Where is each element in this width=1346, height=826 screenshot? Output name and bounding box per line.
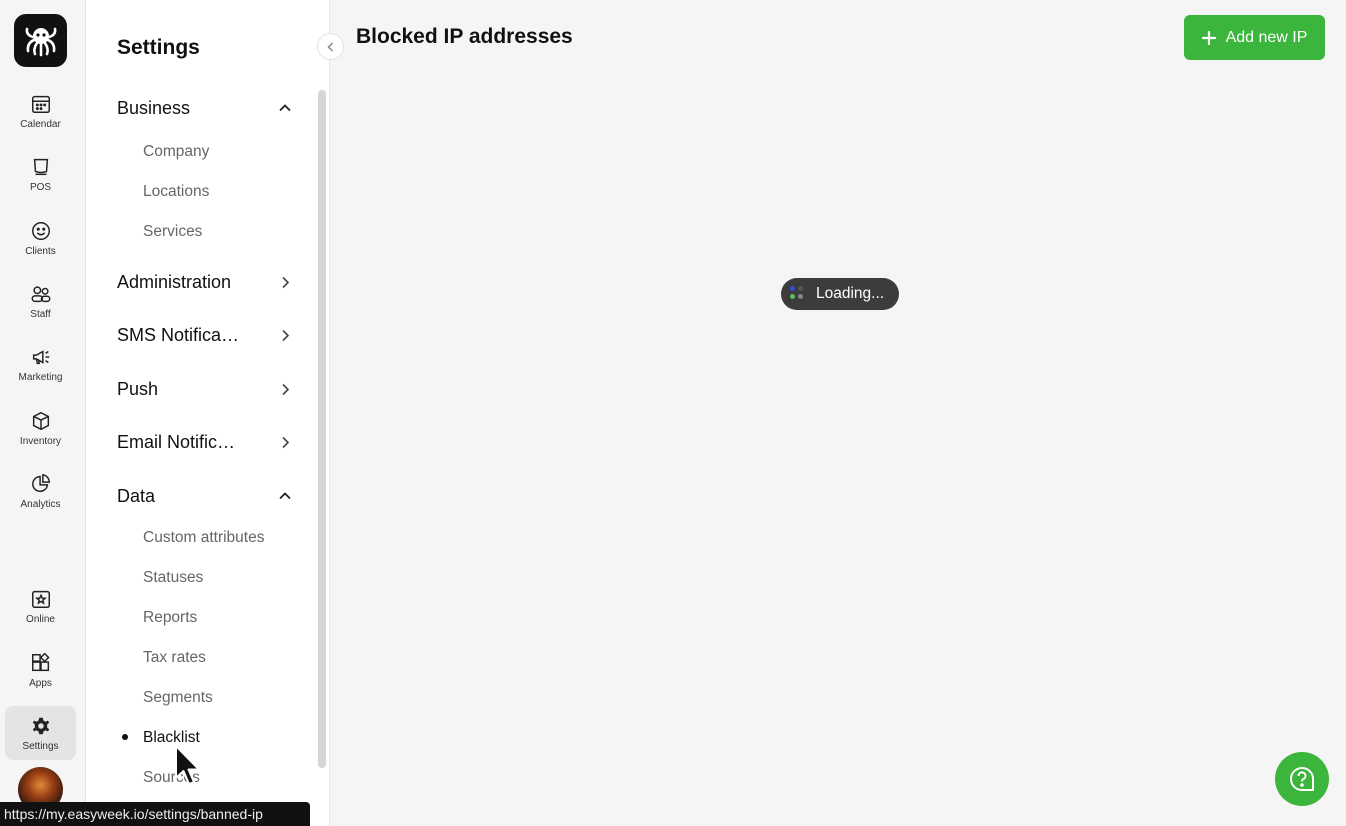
- settings-scrollbar[interactable]: [318, 90, 326, 768]
- chevron-right-icon: [282, 383, 290, 396]
- collapse-panel-button[interactable]: [317, 33, 344, 60]
- megaphone-icon: [32, 349, 49, 364]
- settings-group-data[interactable]: Data: [117, 481, 292, 511]
- settings-item-company[interactable]: Company: [143, 143, 209, 161]
- loading-text: Loading...: [816, 285, 885, 302]
- chevron-right-icon: [282, 329, 290, 342]
- chevron-left-icon: [326, 41, 333, 52]
- nav-label: POS: [29, 181, 52, 193]
- settings-item-services[interactable]: Services: [143, 223, 202, 241]
- settings-group-business[interactable]: Business: [117, 93, 292, 123]
- star-calendar-icon: [31, 590, 50, 608]
- octopus-logo-icon[interactable]: [14, 14, 67, 67]
- nav-online[interactable]: Online: [5, 579, 76, 633]
- nav-marketing[interactable]: Marketing: [5, 337, 76, 391]
- nav-settings[interactable]: Settings: [5, 706, 76, 760]
- chevron-right-icon: [282, 276, 290, 289]
- nav-analytics[interactable]: Analytics: [5, 464, 76, 518]
- nav-label: Settings: [22, 740, 59, 752]
- settings-item-reports[interactable]: Reports: [143, 609, 197, 627]
- nav-label: Calendar: [20, 118, 61, 130]
- nav-label: Apps: [29, 677, 52, 689]
- settings-item-statuses[interactable]: Statuses: [143, 569, 203, 587]
- nav-label: Clients: [25, 245, 56, 257]
- chevron-up-icon: [279, 492, 291, 500]
- active-bullet: [122, 734, 128, 740]
- settings-item-segments[interactable]: Segments: [143, 689, 213, 707]
- group-label: SMS Notifica…: [117, 324, 240, 345]
- nav-label: Inventory: [19, 435, 62, 447]
- nav-pos[interactable]: POS: [5, 147, 76, 201]
- chevron-right-icon: [282, 436, 290, 449]
- group-label: Data: [117, 485, 156, 506]
- chevron-up-icon: [279, 104, 291, 112]
- nav-clients[interactable]: Clients: [5, 211, 76, 265]
- browser-status-url: https://my.easyweek.io/settings/banned-i…: [0, 802, 310, 826]
- settings-group-administration[interactable]: Administration: [117, 267, 292, 297]
- settings-item-tax-rates[interactable]: Tax rates: [143, 649, 206, 667]
- spinner-icon: [790, 286, 806, 302]
- nav-label: Staff: [30, 308, 51, 320]
- page-title: Blocked IP addresses: [356, 25, 573, 48]
- settings-item-locations[interactable]: Locations: [143, 183, 209, 201]
- pie-chart-icon: [31, 473, 50, 492]
- smiley-icon: [31, 221, 50, 240]
- help-button[interactable]: [1275, 752, 1329, 806]
- nav-apps[interactable]: Apps: [5, 643, 76, 697]
- gear-icon: [32, 717, 49, 734]
- group-label: Email Notific…: [117, 431, 236, 452]
- box-icon: [32, 411, 49, 430]
- settings-item-custom-attributes[interactable]: Custom attributes: [143, 529, 264, 547]
- loading-toast: Loading...: [781, 278, 899, 310]
- nav-label: Analytics: [20, 498, 61, 510]
- plus-icon: [1201, 30, 1216, 45]
- apps-icon: [31, 652, 50, 671]
- nav-inventory[interactable]: Inventory: [5, 401, 76, 455]
- group-label: Business: [117, 97, 191, 118]
- app-nav-rail: Calendar POS Clients Staff Marketing Inv…: [0, 0, 86, 826]
- add-button-label: Add new IP: [1225, 28, 1308, 46]
- nav-label: Online: [26, 613, 55, 625]
- settings-group-push[interactable]: Push: [117, 374, 292, 404]
- settings-title: Settings: [117, 36, 200, 59]
- staff-icon: [31, 285, 50, 302]
- settings-group-email[interactable]: Email Notific…: [117, 427, 292, 457]
- settings-panel: Settings Business Company Locations Serv…: [86, 0, 330, 826]
- pos-icon: [33, 158, 48, 175]
- settings-group-sms[interactable]: SMS Notifica…: [117, 320, 292, 350]
- nav-calendar[interactable]: Calendar: [5, 84, 76, 138]
- mouse-cursor-icon: [175, 745, 200, 785]
- group-label: Administration: [117, 271, 232, 292]
- group-label: Push: [117, 378, 159, 399]
- nav-label: Marketing: [18, 371, 63, 383]
- calendar-icon: [31, 95, 50, 113]
- add-new-ip-button[interactable]: Add new IP: [1184, 15, 1325, 60]
- question-icon: [1290, 767, 1314, 791]
- nav-staff[interactable]: Staff: [5, 274, 76, 328]
